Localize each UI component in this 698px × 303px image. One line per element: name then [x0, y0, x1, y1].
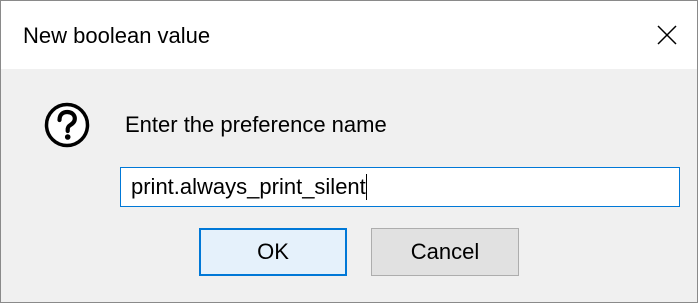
- title-bar[interactable]: New boolean value: [1, 1, 697, 69]
- input-value: print.always_print_silent: [131, 174, 366, 199]
- preference-name-input[interactable]: print.always_print_silent: [120, 167, 680, 207]
- dialog-title: New boolean value: [23, 23, 211, 48]
- close-icon: [657, 25, 677, 45]
- text-caret: [365, 174, 367, 200]
- ok-button[interactable]: OK: [199, 228, 347, 276]
- ok-button-label: OK: [257, 239, 289, 264]
- cancel-button[interactable]: Cancel: [371, 228, 519, 276]
- close-button[interactable]: [637, 1, 697, 69]
- prompt-label: Enter the preference name: [125, 112, 387, 137]
- question-icon: [44, 102, 90, 148]
- cancel-button-label: Cancel: [410, 239, 480, 264]
- dialog-window: New boolean value Enter the preference n…: [0, 0, 698, 303]
